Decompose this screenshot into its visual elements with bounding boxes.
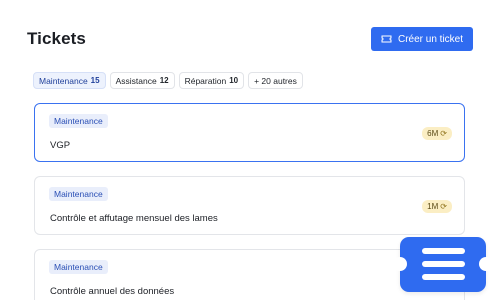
ticket-fab-button[interactable] [393,237,493,292]
recurring-icon: ⟳ [440,129,447,138]
frequency-value: 1M [427,202,439,211]
filter-chip-count: 15 [90,76,100,85]
category-badge: Maintenance [49,260,108,274]
ticket-card[interactable]: Maintenance VGP 6M ⟳ [34,103,465,162]
ticket-icon-line [422,274,465,280]
filter-chip-assistance[interactable]: Assistance 12 [109,72,175,89]
filter-chip-more[interactable]: + 20 autres [248,72,303,89]
filter-chip-label: + 20 autres [254,75,297,86]
filter-chip-label: Assistance [115,75,157,86]
page-title: Tickets [27,29,86,48]
recurring-icon: ⟳ [440,202,447,211]
create-ticket-label: Créer un ticket [397,33,464,45]
filter-chip-maintenance[interactable]: Maintenance 15 [33,72,106,89]
filter-chip-count: 12 [159,76,169,85]
create-ticket-button[interactable]: Créer un ticket [371,27,473,51]
ticket-icon-line [422,261,465,267]
frequency-badge: 6M ⟳ [422,127,452,140]
ticket-card[interactable]: Maintenance Contrôle et affutage mensuel… [34,176,465,235]
ticket-icon [381,35,392,43]
filter-chip-reparation[interactable]: Réparation 10 [178,72,245,89]
ticket-name: Contrôle et affutage mensuel des lames [50,213,218,224]
frequency-value: 6M [427,129,439,138]
ticket-icon-line [422,248,465,254]
filter-chips: Maintenance 15 Assistance 12 Réparation … [33,72,303,89]
category-badge: Maintenance [49,187,108,201]
filter-chip-label: Réparation [184,75,227,86]
category-badge: Maintenance [49,114,108,128]
filter-chip-label: Maintenance [39,75,88,86]
ticket-name: VGP [50,140,71,151]
filter-chip-count: 10 [229,76,239,85]
frequency-badge: 1M ⟳ [422,200,452,213]
ticket-name: Contrôle annuel des données [50,286,175,297]
